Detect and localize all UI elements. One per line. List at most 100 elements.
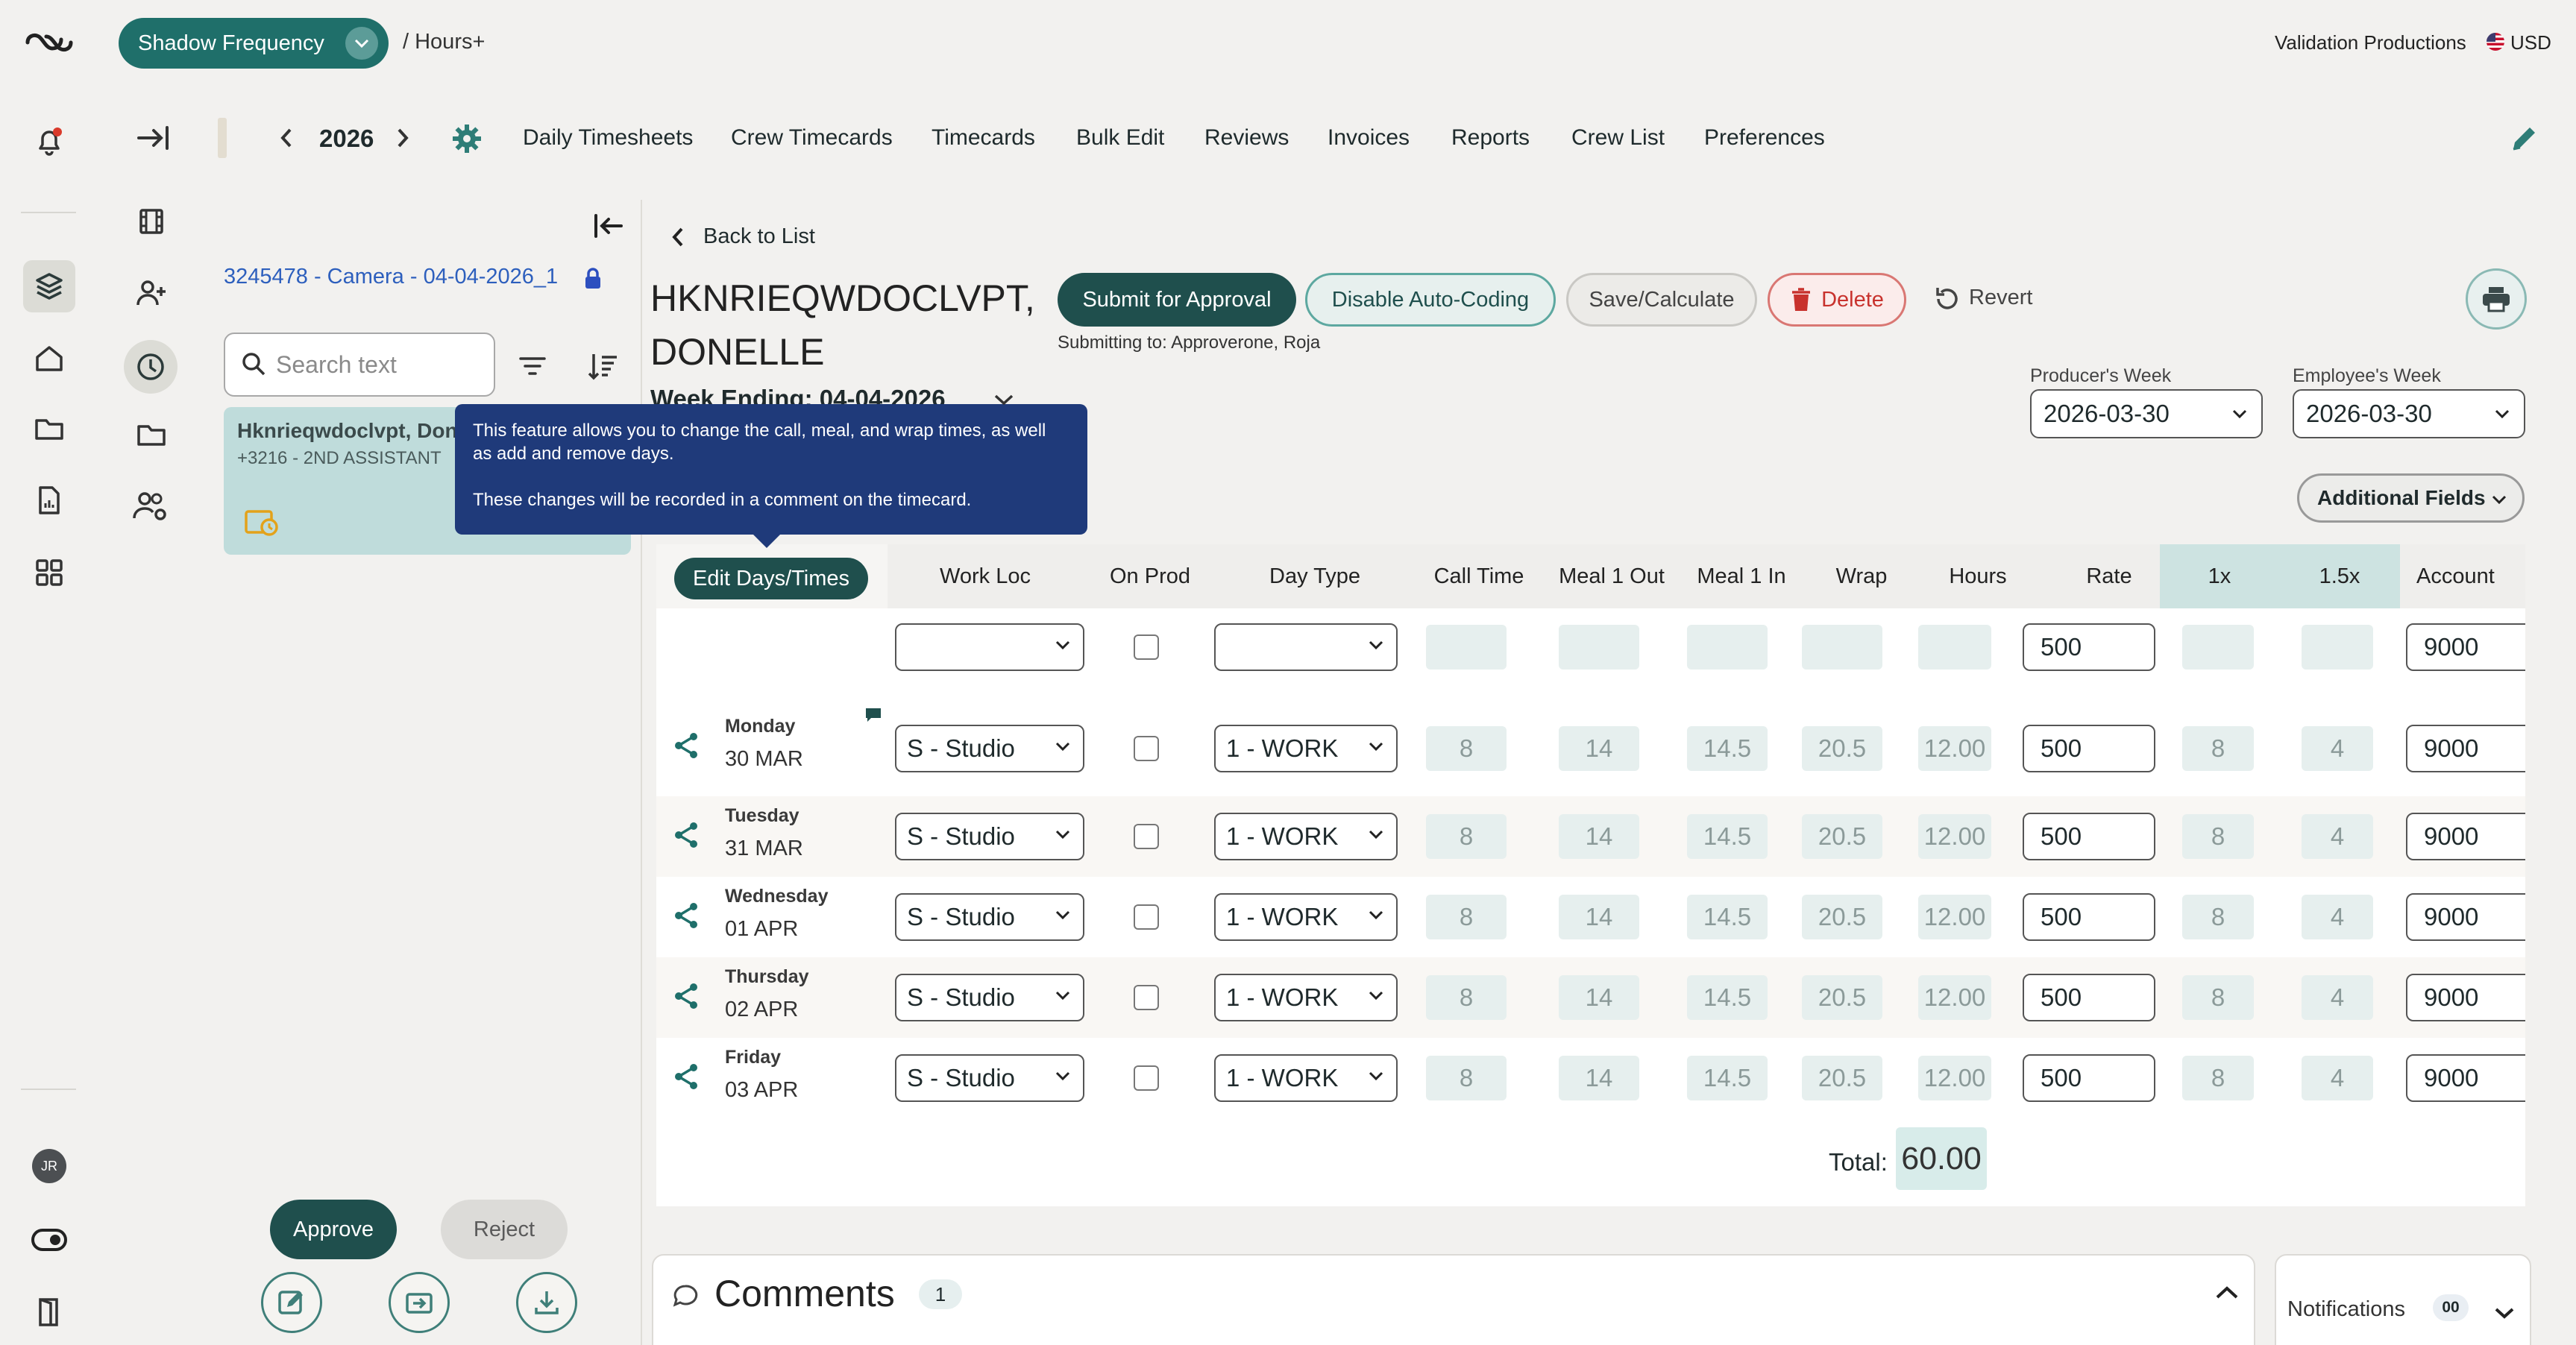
template-meal-1-out[interactable] <box>1559 625 1639 670</box>
grid-icon[interactable] <box>23 546 75 599</box>
layers-icon[interactable] <box>23 260 75 312</box>
share-icon[interactable] <box>671 980 704 1012</box>
submit-for-approval-button[interactable]: Submit for Approval <box>1058 273 1296 327</box>
wrap[interactable]: 20.5 <box>1802 895 1882 939</box>
door-icon[interactable] <box>23 1285 75 1338</box>
template-on-prod-checkbox[interactable] <box>1134 634 1159 660</box>
template-call-time[interactable] <box>1426 625 1507 670</box>
folder-icon[interactable] <box>23 403 75 455</box>
work-loc-select[interactable]: S - Studio <box>895 813 1084 860</box>
approve-button[interactable]: Approve <box>270 1200 397 1259</box>
rate-input[interactable]: 500 <box>2023 813 2155 860</box>
save-calculate-button[interactable]: Save/Calculate <box>1566 273 1757 327</box>
employees-week-select[interactable]: 2026-03-30 <box>2293 389 2525 438</box>
wrap[interactable]: 20.5 <box>1802 814 1882 859</box>
share-icon[interactable] <box>671 899 704 932</box>
meal-1-out[interactable]: 14 <box>1559 1056 1639 1100</box>
edit-note-button[interactable] <box>261 1272 322 1333</box>
day-type-select[interactable]: 1 - WORK <box>1214 725 1398 772</box>
template-account-input[interactable]: 9000 <box>2406 623 2525 671</box>
template-day-type-select[interactable] <box>1214 623 1398 671</box>
account-input[interactable]: 9000 <box>2406 1054 2525 1102</box>
work-loc-select[interactable]: S - Studio <box>895 1054 1084 1102</box>
team-settings-icon[interactable] <box>128 486 173 526</box>
template-work-loc-select[interactable] <box>895 623 1084 671</box>
avatar[interactable]: JR <box>32 1149 66 1183</box>
print-button[interactable] <box>2466 268 2527 330</box>
nav-bulk-edit[interactable]: Bulk Edit <box>1076 125 1164 151</box>
call-time[interactable]: 8 <box>1426 1056 1507 1100</box>
clock-icon[interactable] <box>124 340 178 394</box>
sort-icon[interactable] <box>583 346 623 386</box>
chevron-up-icon[interactable] <box>2211 1281 2243 1305</box>
home-icon[interactable] <box>23 333 75 385</box>
meal-1-in[interactable]: 14.5 <box>1687 975 1768 1020</box>
breadcrumb[interactable]: / Hours+ <box>403 30 485 54</box>
account-input[interactable]: 9000 <box>2406 893 2525 941</box>
reject-button[interactable]: Reject <box>441 1200 568 1259</box>
day-type-select[interactable]: 1 - WORK <box>1214 1054 1398 1102</box>
wrap[interactable]: 20.5 <box>1802 1056 1882 1100</box>
meal-1-out[interactable]: 14 <box>1559 814 1639 859</box>
nav-preferences[interactable]: Preferences <box>1704 125 1825 151</box>
day-type-select[interactable]: 1 - WORK <box>1214 893 1398 941</box>
additional-fields-button[interactable]: Additional Fields <box>2297 473 2525 523</box>
wrap[interactable]: 20.5 <box>1802 726 1882 771</box>
day-type-select[interactable]: 1 - WORK <box>1214 813 1398 860</box>
chevron-down-icon[interactable] <box>2489 1302 2519 1324</box>
search-input[interactable]: Search text <box>224 333 495 397</box>
toggle-icon[interactable] <box>23 1214 75 1266</box>
share-icon[interactable] <box>671 729 704 762</box>
edit-days-times-button[interactable]: Edit Days/Times <box>674 558 868 599</box>
film-icon[interactable] <box>131 201 172 242</box>
meal-1-out[interactable]: 14 <box>1559 975 1639 1020</box>
rate-input[interactable]: 500 <box>2023 1054 2155 1102</box>
disable-auto-coding-button[interactable]: Disable Auto-Coding <box>1305 273 1556 327</box>
meal-1-in[interactable]: 14.5 <box>1687 895 1768 939</box>
producers-week-select[interactable]: 2026-03-30 <box>2030 389 2263 438</box>
gear-icon[interactable] <box>446 118 488 160</box>
account-input[interactable]: 9000 <box>2406 813 2525 860</box>
on-prod-checkbox[interactable] <box>1134 904 1159 930</box>
account-input[interactable]: 9000 <box>2406 725 2525 772</box>
on-prod-checkbox[interactable] <box>1134 985 1159 1010</box>
folder-icon[interactable] <box>131 415 172 455</box>
week-ending-chevron-icon[interactable] <box>989 391 1019 409</box>
logo-icon[interactable] <box>23 16 75 69</box>
currency-label[interactable]: USD <box>2510 31 2551 54</box>
rate-input[interactable]: 500 <box>2023 725 2155 772</box>
back-to-list-link[interactable]: Back to List <box>703 224 815 249</box>
on-prod-checkbox[interactable] <box>1134 824 1159 849</box>
nav-crew-timecards[interactable]: Crew Timecards <box>731 125 893 151</box>
work-loc-select[interactable]: S - Studio <box>895 893 1084 941</box>
account-input[interactable]: 9000 <box>2406 974 2525 1021</box>
nav-reviews[interactable]: Reviews <box>1204 125 1289 151</box>
revert-button[interactable]: Revert <box>1969 286 2032 310</box>
meal-1-in[interactable]: 14.5 <box>1687 726 1768 771</box>
template-rate-input[interactable]: 500 <box>2023 623 2155 671</box>
rate-input[interactable]: 500 <box>2023 893 2155 941</box>
expand-sidebar-icon[interactable] <box>131 119 176 157</box>
rate-input[interactable]: 500 <box>2023 974 2155 1021</box>
nav-timecards[interactable]: Timecards <box>932 125 1035 151</box>
day-type-select[interactable]: 1 - WORK <box>1214 974 1398 1021</box>
next-year-icon[interactable] <box>389 123 416 153</box>
move-button[interactable] <box>389 1272 450 1333</box>
work-loc-select[interactable]: S - Studio <box>895 974 1084 1021</box>
timecard-link[interactable]: 3245478 - Camera - 04-04-2026_1 <box>224 265 558 289</box>
meal-1-in[interactable]: 14.5 <box>1687 814 1768 859</box>
nav-daily-timesheets[interactable]: Daily Timesheets <box>523 125 693 151</box>
pencil-icon[interactable] <box>2503 118 2545 160</box>
back-chevron-icon[interactable] <box>668 224 688 251</box>
meal-1-out[interactable]: 14 <box>1559 895 1639 939</box>
company-name[interactable]: Validation Productions <box>2275 31 2466 54</box>
share-icon[interactable] <box>671 819 704 851</box>
project-selector[interactable]: Shadow Frequency <box>119 18 389 69</box>
template-wrap[interactable] <box>1802 625 1882 670</box>
on-prod-checkbox[interactable] <box>1134 736 1159 761</box>
delete-button[interactable]: Delete <box>1768 273 1906 327</box>
meal-1-in[interactable]: 14.5 <box>1687 1056 1768 1100</box>
work-loc-select[interactable]: S - Studio <box>895 725 1084 772</box>
filter-icon[interactable] <box>513 347 552 385</box>
call-time[interactable]: 8 <box>1426 895 1507 939</box>
